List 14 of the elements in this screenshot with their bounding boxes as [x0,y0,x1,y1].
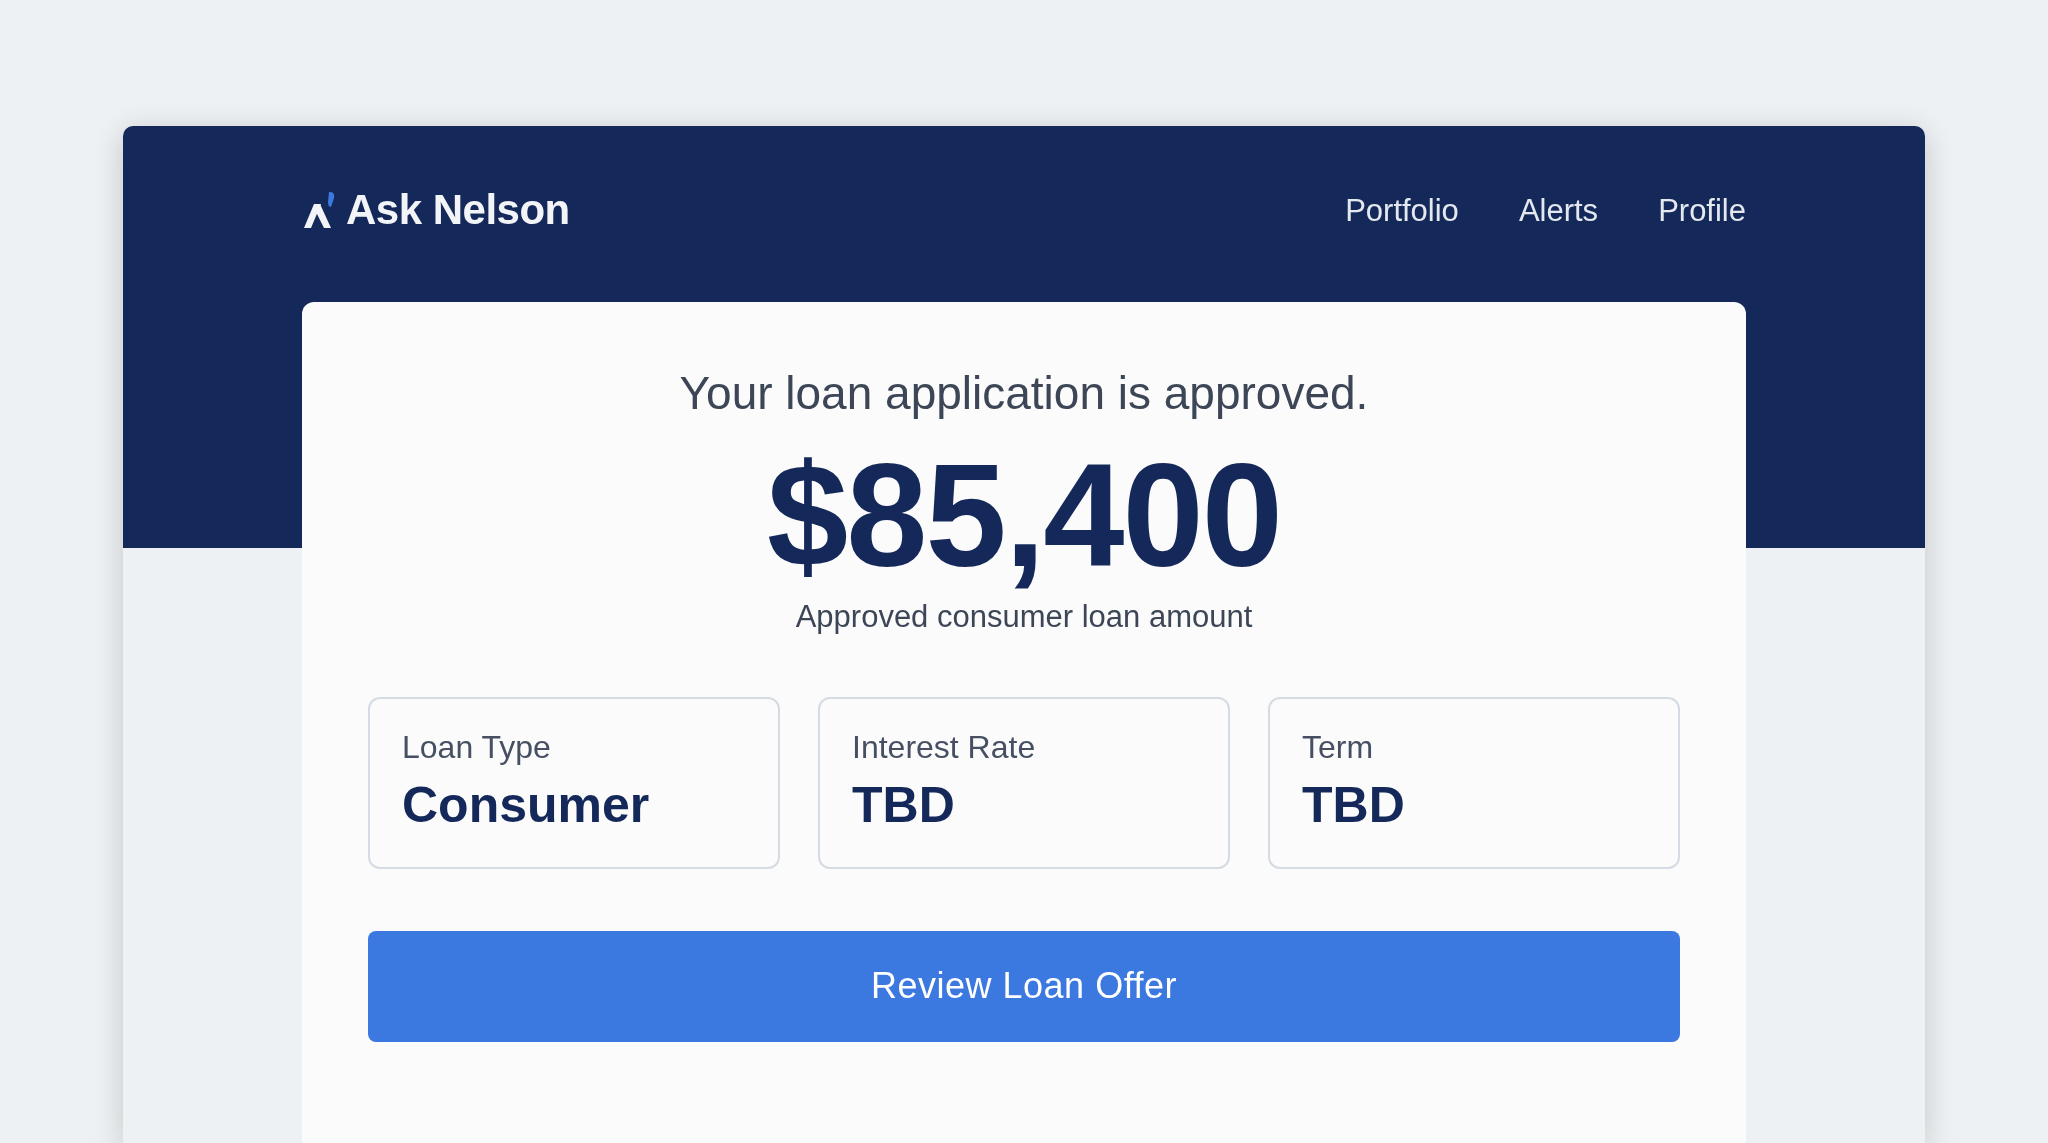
nav-link[interactable]: Profile [1658,193,1746,229]
nav-link[interactable]: Alerts [1518,193,1599,229]
review-offer-button[interactable]: Review Loan Offer [368,930,1680,1042]
amount-caption: Approved consumer loan amount [795,598,1253,635]
detail-value: Consumer [402,775,651,834]
detail-label: Term [1302,728,1375,766]
detail-label: Loan Type [402,728,552,766]
approval-headline: Your loan application is approved. [679,366,1369,420]
nav-link[interactable]: Portfolio [1345,193,1459,229]
detail-value: TBD [852,775,956,834]
approved-amount: $85,400 [767,436,1281,597]
brand-name: Ask Nelson [346,186,570,234]
detail-label: Interest Rate [852,728,1037,766]
detail-value: TBD [1302,775,1406,834]
